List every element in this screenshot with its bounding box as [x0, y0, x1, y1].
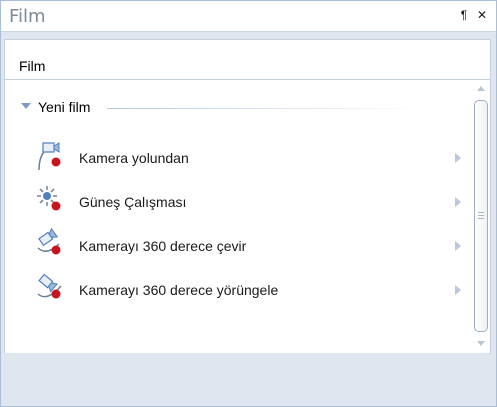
menu-item-sun-study[interactable]: Güneş Çalışması	[35, 184, 465, 224]
film-panel: Film ¶ ✕ Film Yeni film Kamera yolundan	[0, 0, 497, 407]
panel-title: Film	[9, 6, 46, 27]
close-icon[interactable]: ✕	[475, 8, 489, 22]
camera-rotate-icon	[37, 228, 61, 255]
scrollbar-thumb[interactable]	[474, 100, 488, 332]
menu-item-label: Kamera yolundan	[79, 150, 189, 166]
group-divider	[107, 108, 427, 109]
section-title: Film	[19, 58, 46, 74]
menu-item-camera-rotate[interactable]: Kamerayı 360 derece çevir	[35, 228, 465, 268]
sun-study-icon	[37, 186, 61, 211]
chevron-right-icon	[455, 153, 461, 163]
pin-icon[interactable]: ¶	[457, 8, 471, 22]
vertical-scrollbar[interactable]	[474, 86, 488, 348]
camera-path-icon	[38, 142, 61, 171]
scroll-down-icon[interactable]	[477, 341, 485, 346]
menu-item-label: Kamerayı 360 derece çevir	[79, 238, 247, 254]
menu-item-label: Kamerayı 360 derece yörüngele	[79, 282, 279, 298]
panel-content: Film Yeni film Kamera yolundan Güneş Çal…	[4, 39, 491, 354]
panel-titlebar[interactable]: Film ¶ ✕	[1, 1, 496, 32]
scroll-up-icon[interactable]	[477, 86, 485, 91]
chevron-right-icon	[455, 285, 461, 295]
panel-footer	[4, 353, 489, 401]
section-header: Film	[5, 40, 490, 80]
grip-icon	[478, 212, 484, 220]
group-header-yeni-film[interactable]: Yeni film	[21, 98, 441, 118]
menu-item-camera-orbit[interactable]: Kamerayı 360 derece yörüngele	[35, 272, 465, 312]
chevron-right-icon	[455, 241, 461, 251]
chevron-right-icon	[455, 197, 461, 207]
collapse-arrow-icon[interactable]	[21, 103, 31, 109]
group-title: Yeni film	[38, 99, 91, 115]
camera-orbit-icon	[37, 273, 62, 299]
menu-item-camera-path[interactable]: Kamera yolundan	[35, 140, 465, 180]
menu-item-label: Güneş Çalışması	[79, 194, 187, 210]
